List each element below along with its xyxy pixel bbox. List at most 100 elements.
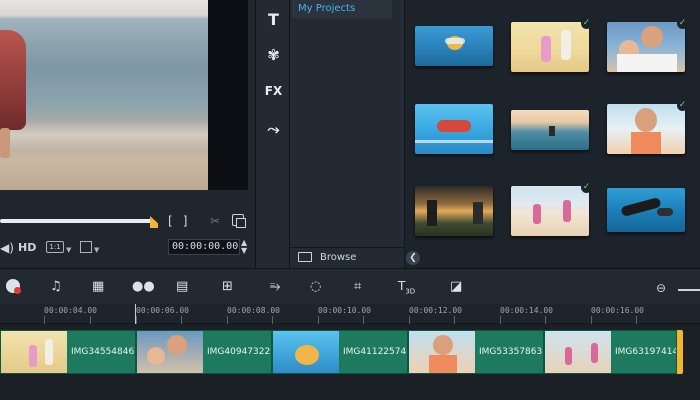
clip-thumbnail	[545, 331, 611, 373]
clip-thumbnail	[409, 331, 475, 373]
clip-name: IMG411225745	[343, 347, 408, 357]
timeline-toolbar: ♫ ▦ ●● ▤ ⊞ ⥱ ◌ ⌗ T3D ◪ ⊖	[0, 268, 700, 304]
subtitle-editor-icon[interactable]: ▤	[176, 279, 188, 295]
ruler-tick	[181, 316, 182, 324]
motion-tracking-icon[interactable]: ●●	[132, 279, 155, 295]
audio-mixer-icon[interactable]: ♫	[50, 279, 62, 295]
ruler-tick	[136, 316, 137, 324]
timeline-clip[interactable]: IMG411225745	[272, 330, 408, 374]
clip-thumbnail	[1, 331, 67, 373]
check-icon: ✓	[581, 18, 592, 29]
media-thumb-swimmer[interactable]	[415, 104, 493, 154]
folder-list: My Projects Browse	[290, 0, 405, 268]
ruler-tick	[636, 316, 637, 324]
media-thumb-woman-smile[interactable]	[607, 104, 685, 154]
ruler-tick-label: 00:00:12.00	[409, 306, 462, 315]
zoom-out-icon[interactable]: ⊖	[656, 281, 666, 295]
title-tool-icon[interactable]: T	[256, 10, 291, 29]
auto-music-icon[interactable]: ▦	[92, 279, 104, 295]
timeline-clip[interactable]: IMG345548462	[0, 330, 136, 374]
split-clip-icon[interactable]: ✂	[210, 214, 220, 228]
browse-bar[interactable]: Browse	[290, 247, 405, 268]
ruler-tick-label: 00:00:08.00	[227, 306, 280, 315]
library-tools-column: T ✾ FX ⤳	[255, 0, 290, 268]
clip-name: IMG345548462	[71, 347, 136, 357]
mark-buttons: []	[168, 214, 197, 228]
ruler-tick	[227, 316, 228, 324]
timecode-field[interactable]: 00:00:00.00	[168, 239, 240, 255]
media-thumb-surfer[interactable]	[511, 110, 589, 150]
ruler-tick	[409, 316, 410, 324]
ruler-tick	[318, 316, 319, 324]
track-end-handle[interactable]	[677, 330, 683, 374]
media-thumb-diver[interactable]	[607, 188, 685, 232]
app-window: [] ✂ ◀) HD 1:1 ▼ ▼ 00:00:00.00 ▲ ▼ T ✾ FX…	[0, 0, 700, 400]
chevron-down-icon[interactable]: ▼	[66, 246, 71, 254]
ruler-tick	[90, 316, 91, 324]
timeline-clip[interactable]: IMG631974144	[544, 330, 677, 374]
ruler-tick	[44, 316, 45, 324]
folder-my-projects[interactable]: My Projects	[292, 0, 392, 18]
media-grid: ✓ ✓ ✓ ✓	[415, 12, 700, 247]
record-capture-icon[interactable]	[6, 279, 21, 295]
preview-wave	[0, 120, 208, 150]
path-tool-icon[interactable]: ⤳	[256, 120, 291, 138]
mark-in-button[interactable]: [	[168, 214, 183, 228]
preview-controls: ◀) HD 1:1 ▼ ▼ 00:00:00.00 ▲ ▼	[0, 238, 255, 258]
ruler-tick-label: 00:00:06.00	[136, 306, 189, 315]
speed-remap-icon[interactable]: ⥱	[270, 279, 280, 295]
multi-camera-icon[interactable]: ⊞	[222, 279, 233, 295]
ruler-tick	[363, 316, 364, 324]
volume-icon[interactable]: ◀)	[0, 241, 14, 255]
paint-creator-icon[interactable]: ◪	[450, 279, 462, 295]
clip-name: IMG409473229	[207, 347, 272, 357]
video-track: IMG345548462 IMG409473229 IMG411225745 I…	[0, 328, 700, 376]
chevron-down-icon[interactable]: ▼	[94, 246, 99, 254]
preview-person	[0, 30, 26, 130]
fx-tool-icon[interactable]: FX	[256, 84, 291, 98]
ruler-tick	[545, 316, 546, 324]
preview-leg	[0, 128, 10, 158]
ruler-tick	[454, 316, 455, 324]
media-thumb-cyclists[interactable]	[415, 186, 493, 236]
check-icon: ✓	[677, 18, 688, 29]
timeline-ruler[interactable]: 00:00:04.00 00:00:06.00 00:00:08.00 00:0…	[0, 304, 700, 324]
check-icon: ✓	[581, 182, 592, 193]
preview-panel: [] ✂ ◀) HD 1:1 ▼ ▼ 00:00:00.00 ▲ ▼	[0, 0, 255, 268]
media-thumb-mother-child[interactable]	[607, 22, 685, 72]
check-icon: ✓	[677, 100, 688, 111]
aspect-ratio-button[interactable]: 1:1	[46, 241, 64, 253]
timecode-stepper[interactable]: ▲ ▼	[241, 239, 247, 255]
timeline-clip[interactable]: IMG533578633	[408, 330, 544, 374]
media-thumb-beach-kids[interactable]	[511, 22, 589, 72]
3d-title-icon[interactable]: T3D	[398, 279, 415, 295]
copy-icon[interactable]	[232, 214, 246, 228]
crop-icon[interactable]	[80, 241, 92, 253]
ruler-tick	[591, 316, 592, 324]
preview-video[interactable]	[0, 0, 208, 190]
browse-label: Browse	[320, 252, 357, 263]
library-panel: My Projects Browse ❮ ✓ ✓ ✓ ✓	[290, 0, 700, 268]
zoom-slider[interactable]	[678, 289, 700, 291]
timeline-clip[interactable]: IMG409473229	[136, 330, 272, 374]
scrubber-track[interactable]	[0, 219, 152, 223]
ruler-tick	[500, 316, 501, 324]
hd-toggle[interactable]: HD	[18, 241, 36, 254]
playhead[interactable]	[135, 304, 136, 324]
timeline-empty-area	[0, 376, 700, 400]
mask-creator-icon[interactable]: ◌	[310, 279, 321, 295]
collapse-panel-button[interactable]: ❮	[406, 251, 420, 265]
media-thumb-kids-running[interactable]	[511, 186, 589, 236]
browse-icon	[298, 252, 312, 262]
mark-out-button[interactable]: ]	[183, 214, 198, 228]
clip-thumbnail	[273, 331, 339, 373]
ruler-tick-label: 00:00:10.00	[318, 306, 371, 315]
ruler-tick-label: 00:00:16.00	[591, 306, 644, 315]
media-thumb-snorkel[interactable]	[415, 26, 493, 66]
clip-name: IMG631974144	[615, 347, 676, 357]
scrubber-handle[interactable]	[150, 216, 158, 228]
clip-name: IMG533578633	[479, 347, 544, 357]
ruler-tick	[272, 316, 273, 324]
screen-capture-icon[interactable]: ⌗	[354, 279, 361, 295]
transition-tool-icon[interactable]: ✾	[256, 46, 291, 64]
